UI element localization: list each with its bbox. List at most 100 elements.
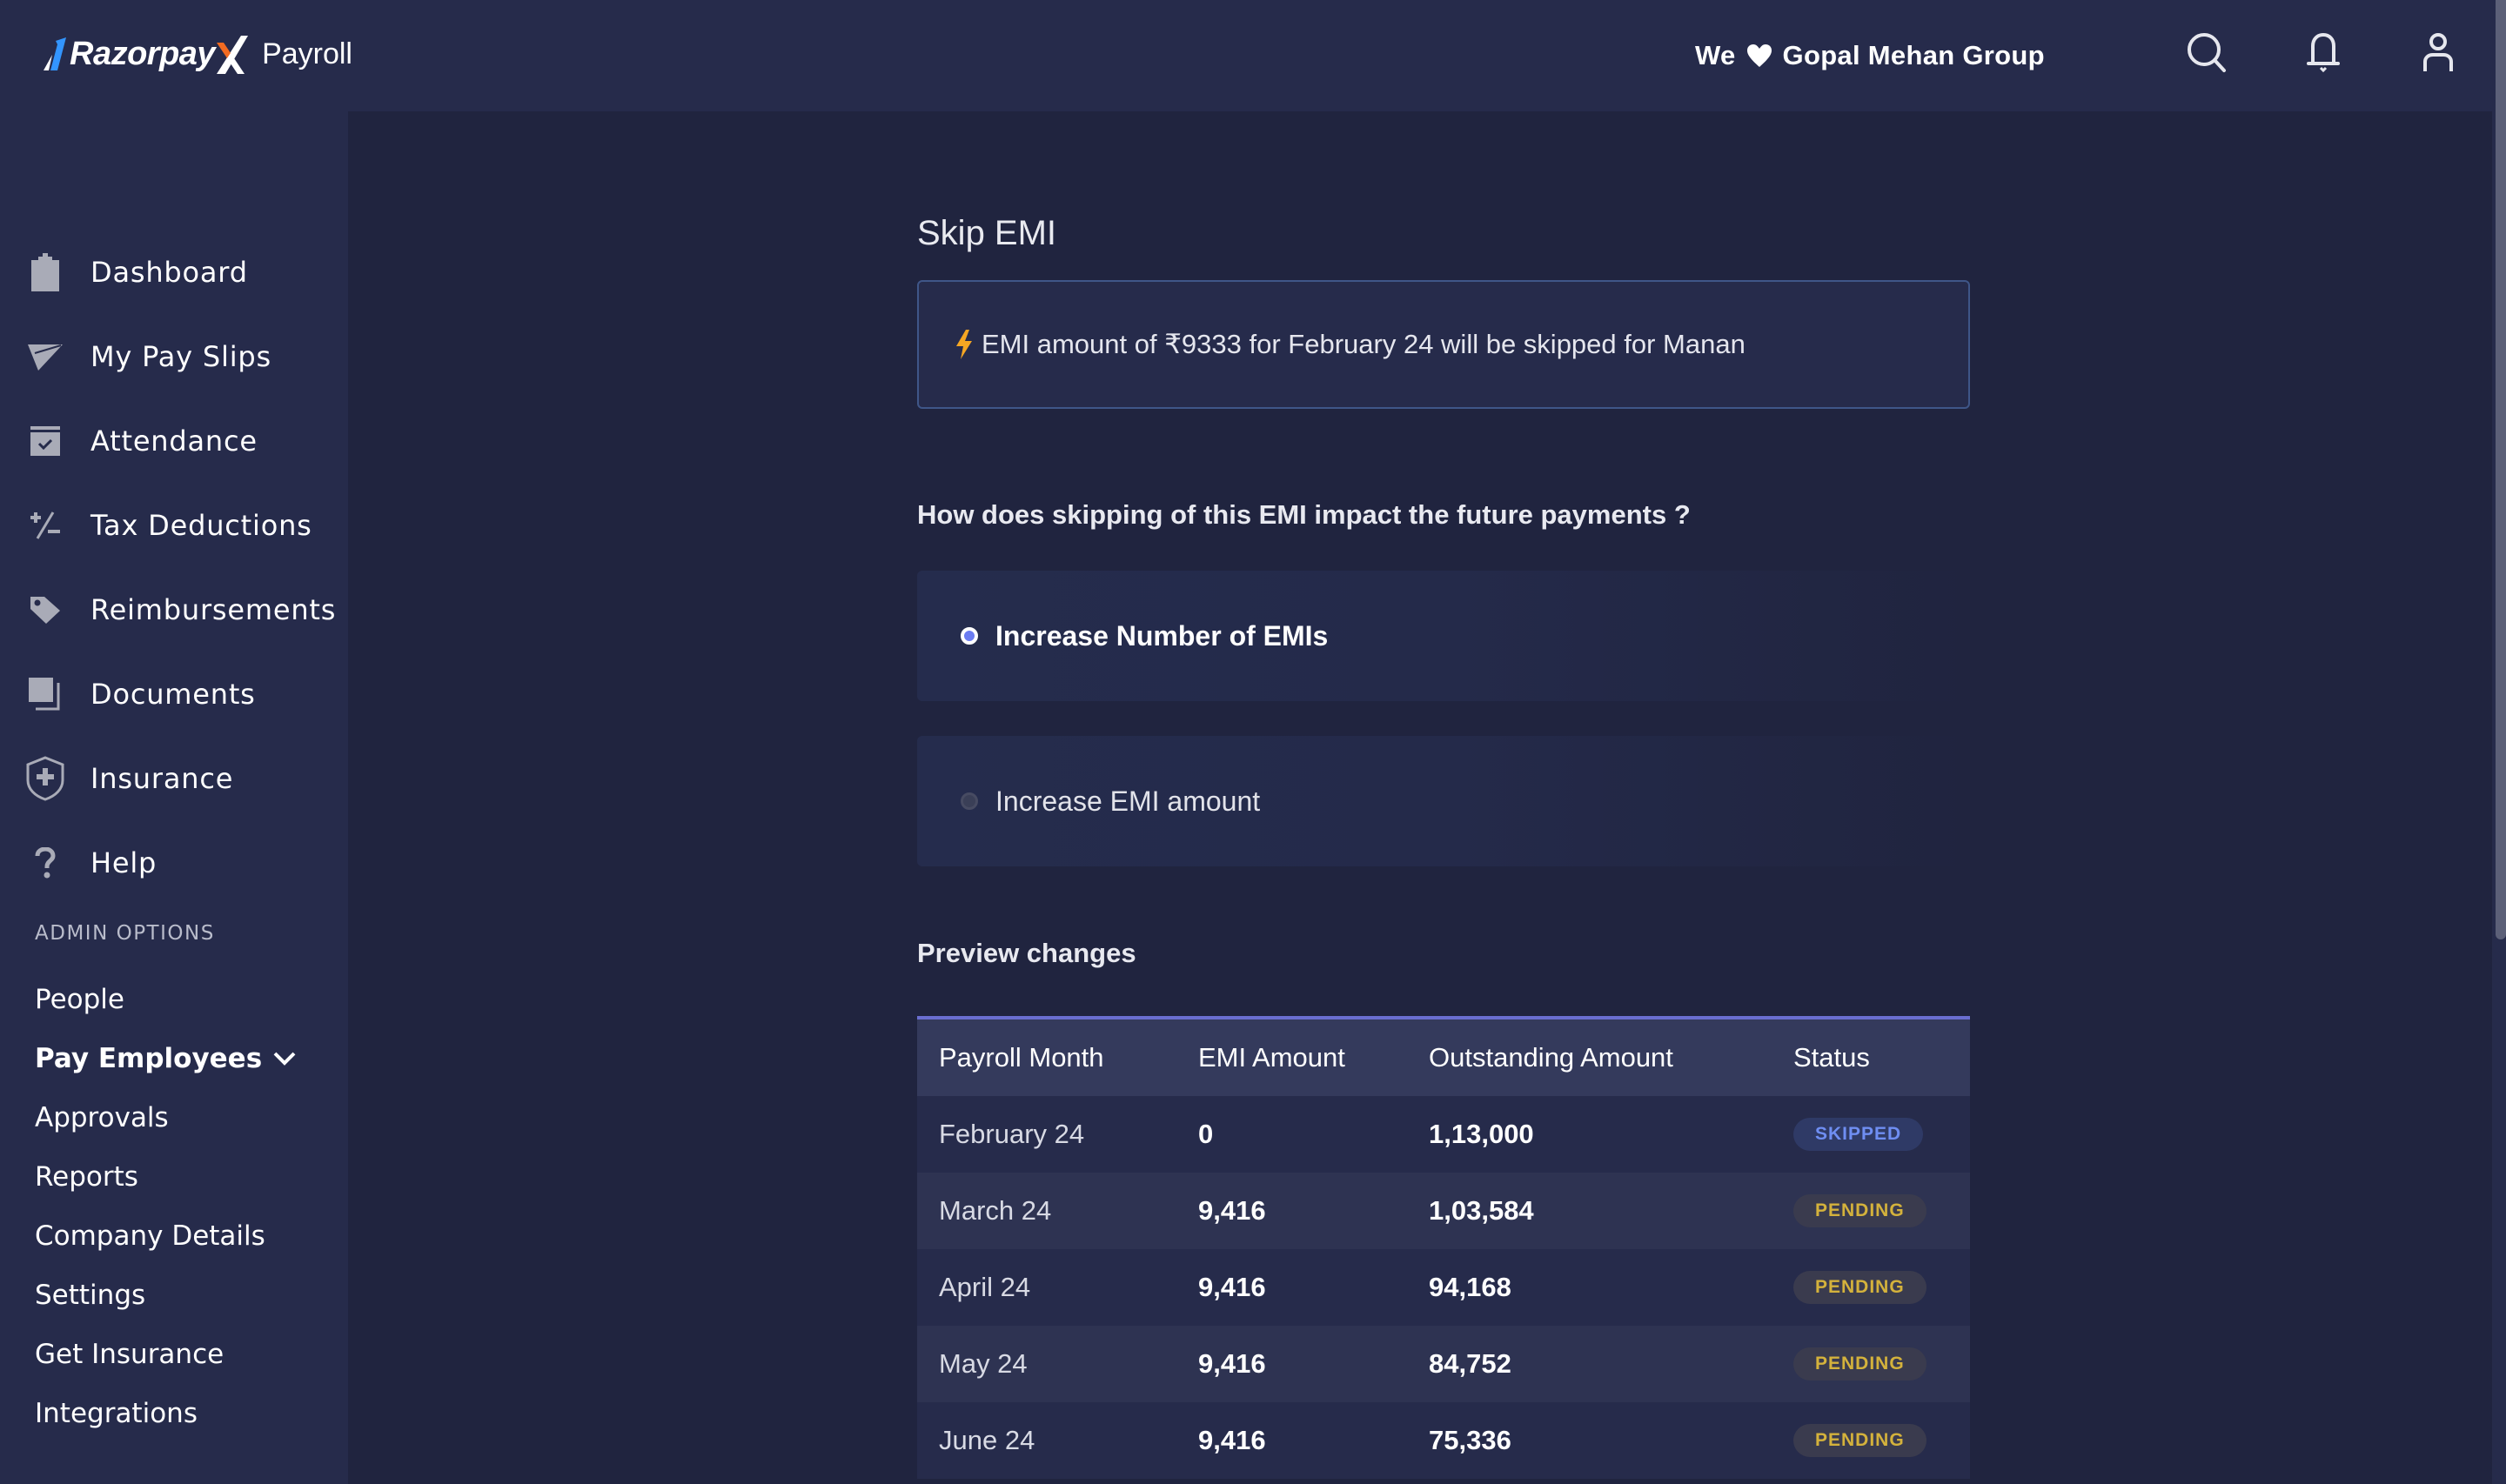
sidebar-item-label: Help [90, 846, 157, 879]
sidebar-item-label: Attendance [90, 424, 258, 458]
admin-item-get-insurance[interactable]: Get Insurance [35, 1333, 224, 1376]
emi-amount: 0 [1198, 1119, 1214, 1149]
question-icon [35, 847, 56, 879]
info-message: EMI amount of ₹9333 for February 24 will… [982, 329, 1745, 359]
shield-plus-icon [26, 756, 64, 801]
table-header-row: Payroll Month EMI Amount Outstanding Amo… [917, 1019, 1970, 1096]
table-row: March 24 9,416 1,03,584 PENDING [917, 1173, 1970, 1249]
admin-item-label: Pay Employees [35, 1043, 263, 1074]
payroll-month: April 24 [939, 1272, 1031, 1302]
option-increase-emi-amount[interactable]: Increase EMI amount [917, 736, 1970, 866]
product-name: Payroll [262, 37, 352, 70]
admin-item-settings[interactable]: Settings [35, 1273, 145, 1317]
sidebar-item-insurance[interactable]: Insurance [0, 748, 348, 809]
search-icon [2188, 33, 2226, 72]
column-header: EMI Amount [1198, 1042, 1345, 1073]
impact-question: How does skipping of this EMI impact the… [917, 499, 1691, 530]
sidebar-item-label: Insurance [90, 762, 234, 795]
column-header: Outstanding Amount [1429, 1042, 1673, 1073]
sidebar-item-label: My Pay Slips [90, 340, 271, 373]
table-row: June 24 9,416 75,336 PENDING [917, 1402, 1970, 1479]
payroll-month: June 24 [939, 1425, 1035, 1455]
status-badge: PENDING [1793, 1271, 1926, 1304]
org-banner: We Gopal Mehan Group [1695, 37, 2045, 75]
skip-info-banner: EMI amount of ₹9333 for February 24 will… [917, 280, 1970, 409]
preview-changes-heading: Preview changes [917, 938, 1136, 968]
admin-item-label: Get Insurance [35, 1339, 224, 1370]
brand-x-icon [217, 36, 249, 74]
admin-item-approvals[interactable]: Approvals [35, 1096, 169, 1140]
clipboard-icon [31, 253, 59, 291]
admin-item-integrations[interactable]: Integrations [35, 1392, 198, 1435]
scrollbar-thumb[interactable] [2496, 0, 2506, 939]
bell-icon [2307, 32, 2340, 73]
admin-options-heading: ADMIN OPTIONS [35, 922, 215, 945]
status-badge: PENDING [1793, 1347, 1926, 1380]
calendar-check-icon [30, 426, 60, 456]
sidebar-item-reimbursements[interactable]: Reimbursements [0, 579, 348, 640]
payroll-month: February 24 [939, 1119, 1085, 1149]
outstanding-amount: 84,752 [1429, 1348, 1511, 1379]
admin-item-company-details[interactable]: Company Details [35, 1214, 265, 1258]
notifications-button[interactable] [2299, 28, 2348, 77]
status-badge: SKIPPED [1793, 1118, 1924, 1151]
sidebar-item-dashboard[interactable]: Dashboard [0, 242, 348, 303]
emi-amount: 9,416 [1198, 1195, 1266, 1226]
search-button[interactable] [2182, 28, 2231, 77]
admin-item-label: Integrations [35, 1398, 198, 1429]
radio-unselected[interactable] [961, 792, 978, 810]
tag-icon [30, 597, 60, 624]
table-row: May 24 9,416 84,752 PENDING [917, 1326, 1970, 1402]
payroll-month: March 24 [939, 1195, 1052, 1226]
sidebar-item-my-pay-slips[interactable]: My Pay Slips [0, 326, 348, 387]
admin-item-label: Approvals [35, 1102, 169, 1133]
admin-item-label: Reports [35, 1161, 138, 1193]
sidebar-item-label: Documents [90, 678, 256, 711]
top-bar: Razorpay Payroll We Gopal Mehan Group [0, 0, 2492, 111]
page-title: Skip EMI [917, 214, 1057, 252]
admin-item-reports[interactable]: Reports [35, 1155, 138, 1199]
sidebar-item-tax-deductions[interactable]: Tax Deductions [0, 495, 348, 556]
admin-item-label: Settings [35, 1280, 146, 1311]
profile-button[interactable] [2414, 28, 2462, 77]
outstanding-amount: 1,03,584 [1429, 1195, 1534, 1226]
razorpayx-logo[interactable]: Razorpay Payroll [44, 31, 352, 77]
outstanding-amount: 94,168 [1429, 1272, 1511, 1302]
sidebar: Dashboard My Pay Slips Attendance Tax De… [0, 111, 348, 1484]
option-increase-number-of-emis[interactable]: Increase Number of EMIs [917, 571, 1970, 701]
outstanding-amount: 1,13,000 [1429, 1119, 1534, 1149]
table-row: February 24 0 1,13,000 SKIPPED [917, 1096, 1970, 1173]
outstanding-amount: 75,336 [1429, 1425, 1511, 1455]
sidebar-item-attendance[interactable]: Attendance [0, 411, 348, 471]
column-header: Payroll Month [939, 1042, 1104, 1073]
sidebar-item-documents[interactable]: Documents [0, 664, 348, 725]
lightning-icon [956, 330, 972, 359]
sidebar-item-help[interactable]: Help [0, 832, 348, 893]
status-badge: PENDING [1793, 1424, 1926, 1457]
emi-amount: 9,416 [1198, 1272, 1266, 1302]
heart-icon [1746, 44, 1772, 67]
emi-amount: 9,416 [1198, 1348, 1266, 1379]
brand-name: Razorpay [70, 35, 216, 72]
radio-selected[interactable] [961, 627, 978, 645]
plus-minus-icon [30, 511, 60, 539]
option-label: Increase EMI amount [995, 785, 1261, 817]
paper-plane-icon [28, 344, 63, 371]
table-row: April 24 9,416 94,168 PENDING [917, 1249, 1970, 1326]
documents-icon [29, 678, 60, 711]
option-label: Increase Number of EMIs [995, 619, 1329, 652]
razorpay-logo-icon [44, 37, 66, 70]
user-icon [2423, 33, 2453, 71]
column-header: Status [1793, 1042, 1870, 1073]
org-name: Gopal Mehan Group [1782, 40, 2045, 70]
admin-item-label: Company Details [35, 1220, 265, 1252]
admin-item-label: People [35, 984, 124, 1015]
preview-table: Payroll Month EMI Amount Outstanding Amo… [917, 1016, 1970, 1479]
admin-item-pay-employees[interactable]: Pay Employees [35, 1037, 297, 1080]
emi-amount: 9,416 [1198, 1425, 1266, 1455]
admin-item-people[interactable]: People [35, 978, 124, 1021]
sidebar-item-label: Reimbursements [90, 593, 337, 626]
status-badge: PENDING [1793, 1194, 1926, 1227]
payroll-month: May 24 [939, 1348, 1028, 1379]
chevron-down-icon [273, 1052, 296, 1066]
